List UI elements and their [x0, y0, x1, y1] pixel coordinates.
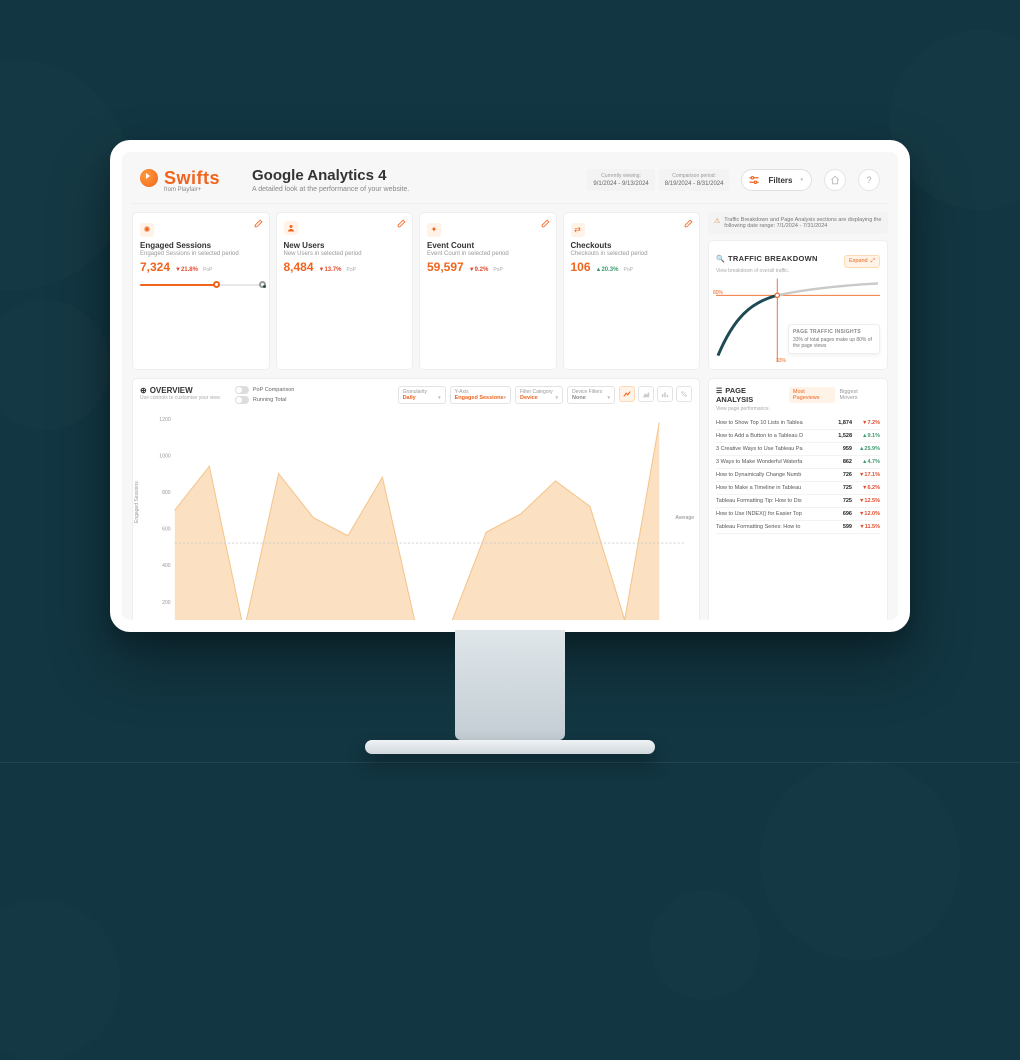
alert-icon: ⚠ — [714, 217, 720, 225]
tab-biggest-movers[interactable]: Biggest Movers — [835, 387, 880, 403]
expand-icon: ⤢ — [871, 258, 875, 265]
insight-tooltip: PAGE TRAFFIC INSIGHTS 33% of total pages… — [788, 324, 880, 354]
help-button[interactable]: ? — [858, 169, 880, 191]
edit-icon[interactable] — [254, 219, 263, 230]
chart-type-area-button[interactable] — [638, 386, 654, 402]
chevron-down-icon: ▾ — [800, 177, 803, 183]
select-granularity[interactable]: Granularity Daily▾ — [398, 386, 446, 404]
tab-most-pageviews[interactable]: Most Pageviews — [789, 387, 836, 403]
current-period-box[interactable]: Currently viewing: 9/1/2024 - 9/13/2024 — [587, 169, 654, 191]
edit-icon[interactable] — [397, 219, 406, 230]
page-title: Google Analytics 4 — [252, 167, 575, 184]
info-strip: ⚠ Traffic Breakdown and Page Analysis se… — [708, 212, 888, 234]
kpi-checkouts[interactable]: ⇄ Checkouts Checkouts in selected period… — [563, 212, 701, 370]
dashboard-screen: Swifts from Playfair+ Google Analytics 4… — [110, 140, 910, 632]
list-icon: ☰ — [716, 388, 722, 395]
checkout-icon: ⇄ — [571, 223, 585, 237]
page-analysis-row[interactable]: 3 Creative Ways to Use Tableau Pa959▲25.… — [716, 443, 880, 456]
kpi-event-count[interactable]: ✦ Event Count Event Count in selected pe… — [419, 212, 557, 370]
svg-text:200: 200 — [162, 600, 171, 606]
toggle-pop-comparison[interactable]: PoP Comparison — [235, 386, 294, 394]
switch-icon — [235, 396, 249, 404]
kpi-row: ✺ Engaged Sessions Engaged Sessions in s… — [132, 212, 700, 370]
monitor-base — [365, 740, 655, 754]
edit-icon[interactable] — [684, 219, 693, 230]
select-device-filters[interactable]: Device Filters None▾ — [567, 386, 615, 404]
overview-title: ⊕OVERVIEW — [140, 386, 221, 395]
swifts-logo-icon — [140, 169, 158, 187]
sliders-icon — [748, 174, 760, 186]
header: Swifts from Playfair+ Google Analytics 4… — [132, 162, 888, 204]
event-icon: ✦ — [427, 223, 441, 237]
comparison-period-box[interactable]: Comparison period: 8/19/2024 - 8/31/2024 — [659, 169, 730, 191]
svg-text:1000: 1000 — [159, 453, 170, 459]
chart-type-bar-button[interactable] — [657, 386, 673, 402]
filters-button[interactable]: Filters ▾ — [741, 169, 812, 191]
select-yaxis[interactable]: Y-Axis Engaged Sessions▾ — [450, 386, 511, 404]
edit-icon[interactable] — [541, 219, 550, 230]
kpi-engaged-sessions[interactable]: ✺ Engaged Sessions Engaged Sessions in s… — [132, 212, 270, 370]
brand-byline: from Playfair+ — [164, 187, 240, 193]
svg-text:400: 400 — [162, 563, 171, 569]
kpi-value: 7,324 — [140, 260, 170, 274]
monitor-mockup: Swifts from Playfair+ Google Analytics 4… — [110, 140, 910, 754]
page-analysis-card: ☰PAGE ANALYSIS Most Pageviews Biggest Mo… — [708, 378, 888, 632]
svg-text:800: 800 — [162, 490, 171, 496]
svg-text:1200: 1200 — [159, 417, 170, 423]
user-icon — [284, 221, 298, 235]
page-analysis-row[interactable]: Tableau Formatting Series: How to599▼11.… — [716, 521, 880, 534]
gauge-icon: ✺ — [140, 223, 154, 237]
chart-type-line-button[interactable] — [619, 386, 635, 402]
select-filter-category[interactable]: Filter Category Device▾ — [515, 386, 563, 404]
kpi-new-users[interactable]: New Users New Users in selected period 8… — [276, 212, 414, 370]
search-icon: 🔍 — [716, 256, 725, 263]
page-analysis-list: How to Show Top 10 Lists in Tablea1,874▼… — [716, 417, 880, 534]
traffic-breakdown-card: 🔍TRAFFIC BREAKDOWN View breakdown of ove… — [708, 240, 888, 370]
brand-name: Swifts — [164, 168, 220, 189]
toggle-running-total[interactable]: Running Total — [235, 396, 294, 404]
home-button[interactable] — [824, 169, 846, 191]
chevron-down-icon: ▾ — [438, 395, 441, 401]
overview-chart: Engaged Sessions Average 020040060080010… — [140, 410, 692, 632]
switch-icon — [235, 386, 249, 394]
page-subtitle: A detailed look at the performance of yo… — [252, 186, 575, 193]
traffic-breakdown-title: 🔍TRAFFIC BREAKDOWN — [716, 254, 818, 263]
kpi-delta: ▼21.8% — [175, 267, 198, 273]
date-range-display: Currently viewing: 9/1/2024 - 9/13/2024 … — [587, 169, 729, 191]
page-analysis-row[interactable]: How to Use INDEX() for Easier Top696▼12.… — [716, 508, 880, 521]
page-analysis-row[interactable]: How to Make a Timeline in Tableau725▼6.2… — [716, 482, 880, 495]
traffic-breakdown-chart: 80% 33% PAGE TRAFFIC INSIGHTS 33% of tot… — [716, 278, 880, 362]
page-analysis-row[interactable]: Tableau Formatting Tip: How to Dis725▼12… — [716, 495, 880, 508]
page-analysis-row[interactable]: How to Dynamically Change Numb726▼17.1% — [716, 469, 880, 482]
svg-text:600: 600 — [162, 527, 171, 533]
chart-options-button[interactable] — [676, 386, 692, 402]
monitor-stand — [455, 630, 565, 740]
page-analysis-title: ☰PAGE ANALYSIS — [716, 386, 783, 404]
kpi-slider[interactable] — [140, 280, 262, 290]
page-analysis-row[interactable]: How to Add a Button to a Tableau D1,528▲… — [716, 430, 880, 443]
page-analysis-row[interactable]: 3 Ways to Make Wonderful Waterfa862▲4.7% — [716, 456, 880, 469]
expand-button[interactable]: Expand⤢ — [844, 255, 880, 268]
globe-icon: ⊕ — [140, 386, 147, 395]
logo: Swifts from Playfair+ — [140, 168, 240, 193]
page-analysis-row[interactable]: How to Show Top 10 Lists in Tablea1,874▼… — [716, 417, 880, 430]
overview-card: ⊕OVERVIEW Use controls to customise your… — [132, 378, 700, 632]
